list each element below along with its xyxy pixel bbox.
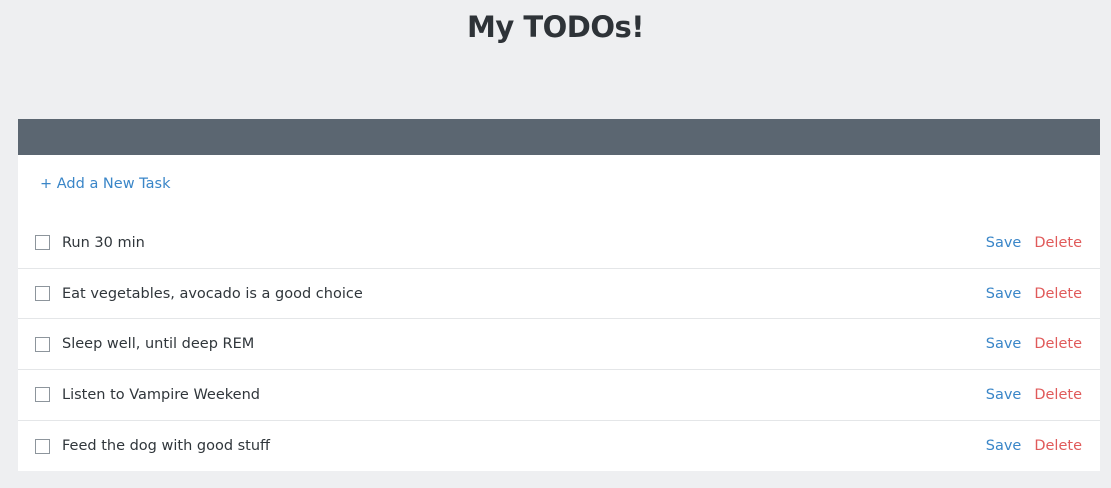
task-checkbox[interactable] xyxy=(35,336,50,352)
task-row: Run 30 min Save Delete xyxy=(18,218,1100,269)
task-text[interactable]: Sleep well, until deep REM xyxy=(62,336,254,352)
save-button[interactable]: Save xyxy=(986,438,1022,454)
save-button[interactable]: Save xyxy=(986,286,1022,302)
delete-button[interactable]: Delete xyxy=(1034,235,1082,251)
task-row: Eat vegetables, avocado is a good choice… xyxy=(18,269,1100,320)
task-list: Run 30 min Save Delete Eat vegetables, a… xyxy=(18,218,1100,471)
delete-button[interactable]: Delete xyxy=(1034,336,1082,352)
delete-button[interactable]: Delete xyxy=(1034,286,1082,302)
task-text[interactable]: Listen to Vampire Weekend xyxy=(62,387,260,403)
task-checkbox[interactable] xyxy=(35,235,50,251)
task-checkbox[interactable] xyxy=(35,387,50,403)
task-text[interactable]: Eat vegetables, avocado is a good choice xyxy=(62,286,363,302)
save-button[interactable]: Save xyxy=(986,387,1022,403)
task-text[interactable]: Run 30 min xyxy=(62,235,145,251)
delete-button[interactable]: Delete xyxy=(1034,387,1082,403)
card-header-bar xyxy=(18,119,1100,155)
add-task-link[interactable]: + Add a New Task xyxy=(40,176,170,192)
task-actions: Save Delete xyxy=(986,438,1082,454)
task-actions: Save Delete xyxy=(986,387,1082,403)
task-row: Feed the dog with good stuff Save Delete xyxy=(18,421,1100,472)
task-row: Sleep well, until deep REM Save Delete xyxy=(18,319,1100,371)
task-actions: Save Delete xyxy=(986,286,1082,302)
task-text[interactable]: Feed the dog with good stuff xyxy=(62,438,270,454)
task-actions: Save Delete xyxy=(986,336,1082,352)
page-title: My TODOs! xyxy=(466,10,645,44)
task-checkbox[interactable] xyxy=(35,286,50,302)
todo-card: + Add a New Task Run 30 min Save Delete … xyxy=(18,119,1100,471)
task-actions: Save Delete xyxy=(986,235,1082,251)
task-row: Listen to Vampire Weekend Save Delete xyxy=(18,370,1100,421)
task-checkbox[interactable] xyxy=(35,438,50,454)
save-button[interactable]: Save xyxy=(986,235,1022,251)
delete-button[interactable]: Delete xyxy=(1034,438,1082,454)
save-button[interactable]: Save xyxy=(986,336,1022,352)
